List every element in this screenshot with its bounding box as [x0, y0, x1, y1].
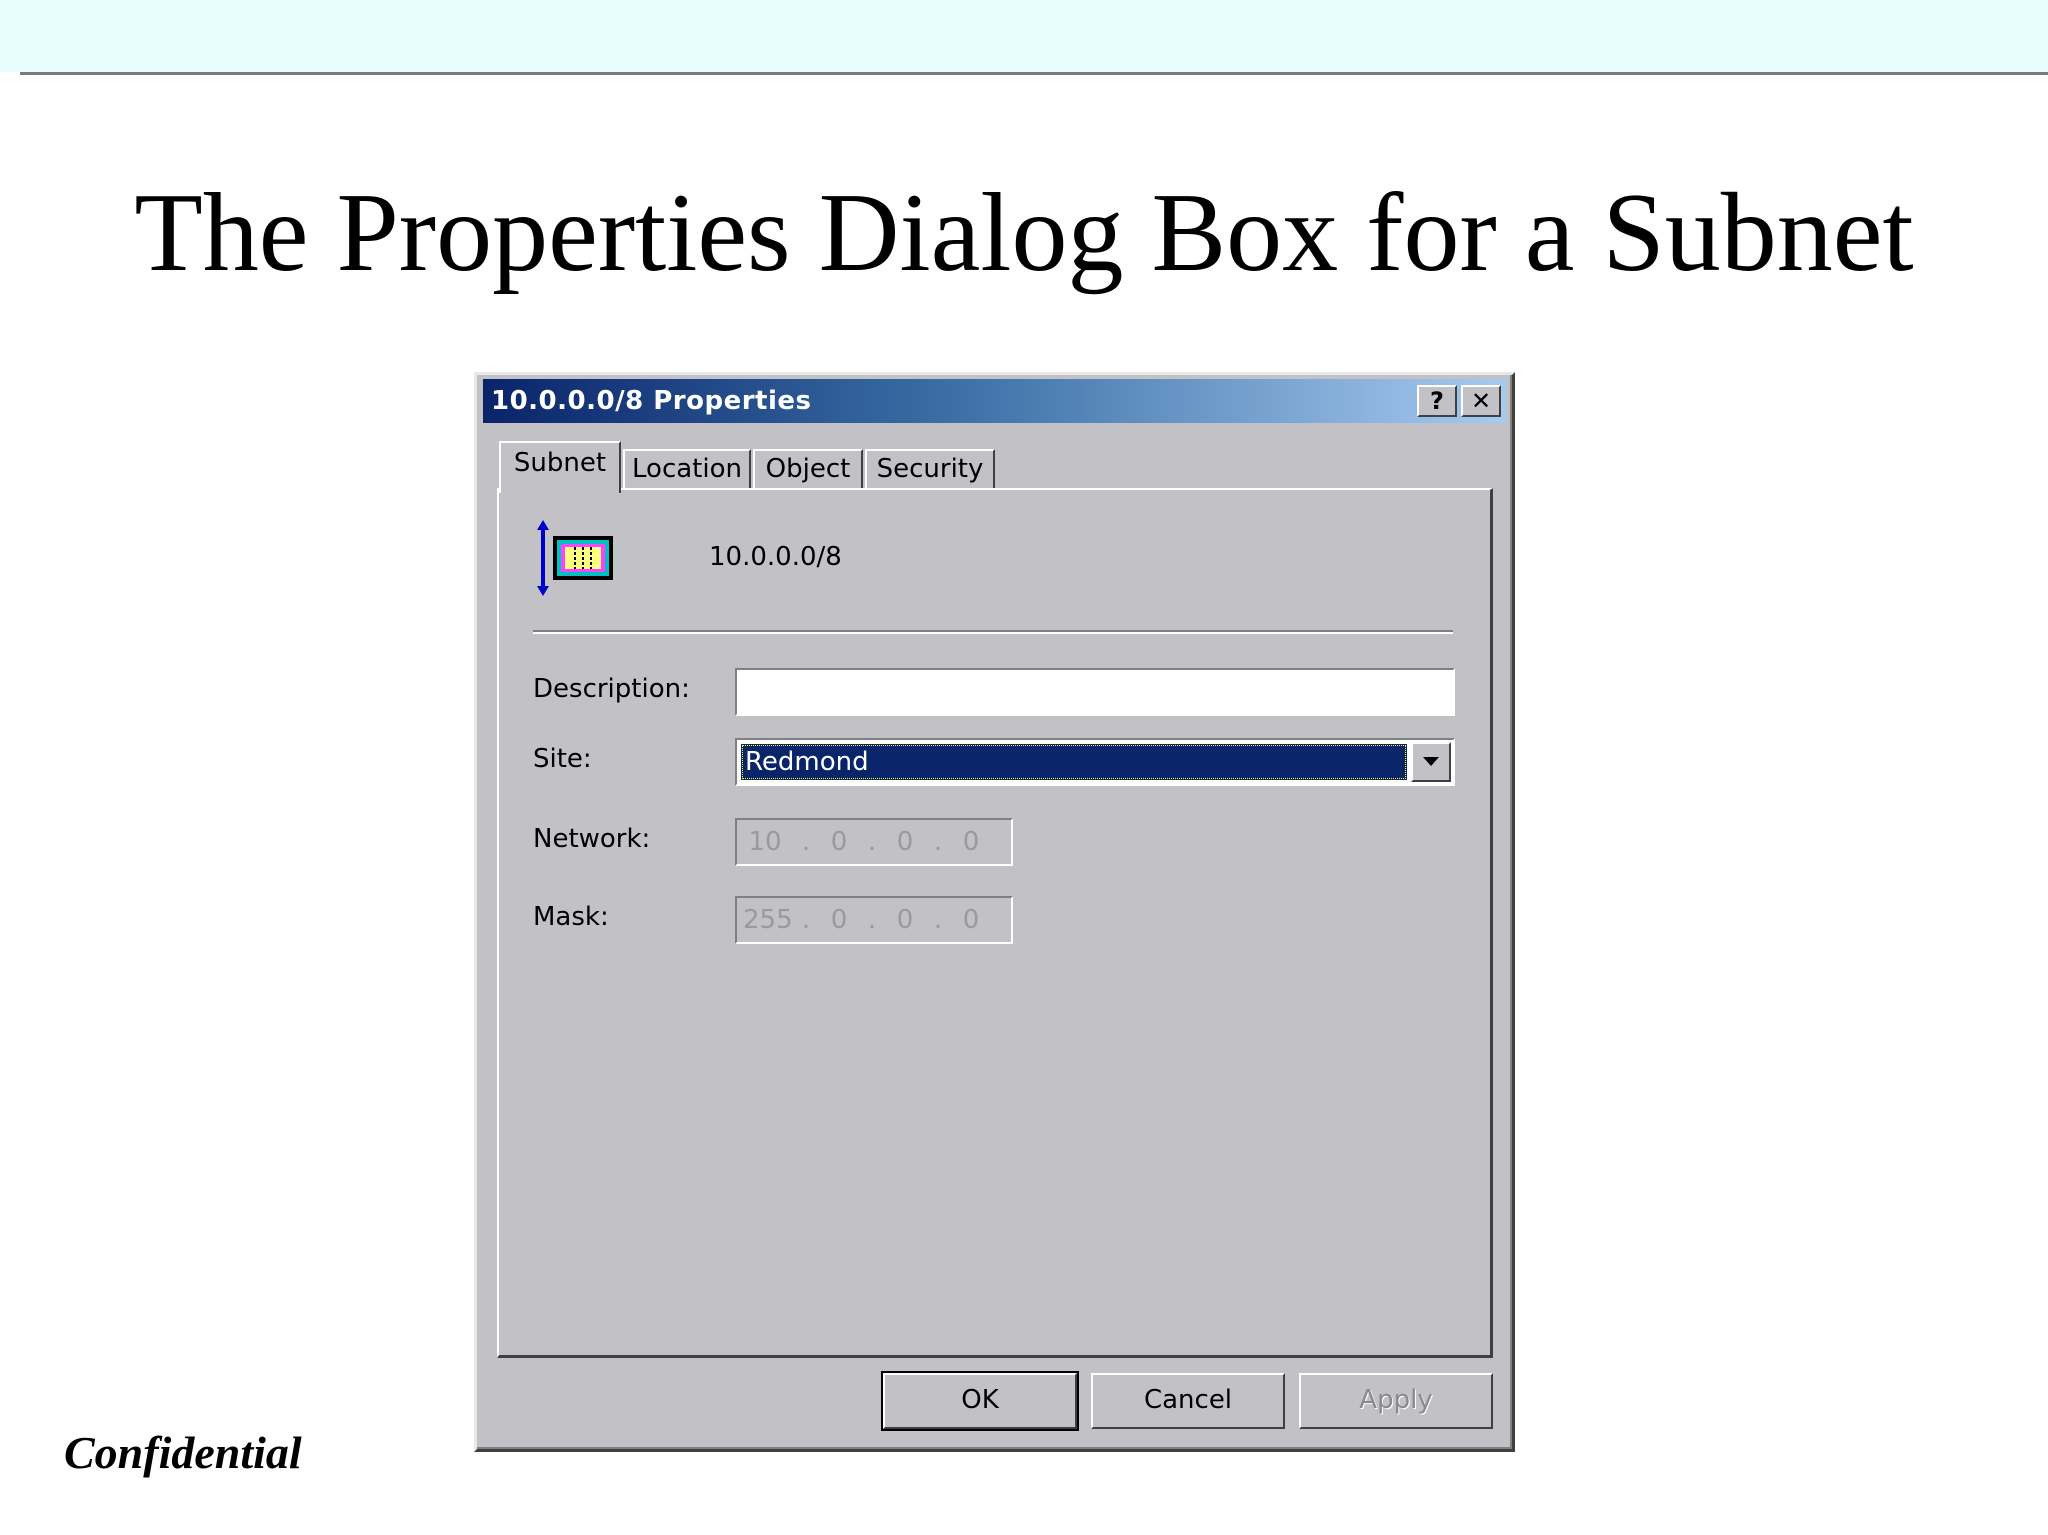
- chevron-down-icon[interactable]: [1411, 742, 1451, 782]
- octet-dot: .: [933, 827, 943, 857]
- dialog-title: 10.0.0.0/8 Properties: [491, 386, 812, 416]
- slide-title: The Properties Dialog Box for a Subnet: [134, 171, 1914, 295]
- network-label: Network:: [533, 824, 651, 854]
- subnet-name: 10.0.0.0/8: [709, 542, 842, 572]
- mask-address-field: 255 . 0 . 0 . 0: [735, 896, 1013, 944]
- octet-dot: .: [801, 827, 811, 857]
- tab-object[interactable]: Object: [753, 449, 863, 489]
- slide-header-rule: [20, 72, 2048, 75]
- site-select[interactable]: Redmond: [735, 738, 1455, 786]
- description-input[interactable]: [735, 668, 1455, 716]
- close-button[interactable]: ✕: [1461, 385, 1501, 417]
- mask-label: Mask:: [533, 902, 609, 932]
- separator: [533, 630, 1453, 634]
- subnet-tab-panel: 10.0.0.0/8 Description: Site: Redmond Ne…: [497, 488, 1493, 1358]
- network-octet-3: 0: [896, 827, 914, 857]
- apply-button[interactable]: Apply: [1299, 1373, 1493, 1429]
- tab-security[interactable]: Security: [865, 449, 995, 489]
- mask-octet-3: 0: [896, 905, 914, 935]
- ok-button[interactable]: OK: [881, 1371, 1079, 1431]
- network-octet-1: 10: [748, 827, 782, 857]
- tab-subnet[interactable]: Subnet: [499, 441, 621, 493]
- confidential-footer: Confidential: [64, 1427, 302, 1478]
- octet-dot: .: [933, 905, 943, 935]
- network-address-field: 10 . 0 . 0 . 0: [735, 818, 1013, 866]
- site-label: Site:: [533, 744, 592, 774]
- octet-dot: .: [801, 905, 811, 935]
- octet-dot: .: [867, 905, 877, 935]
- dialog-titlebar[interactable]: 10.0.0.0/8 Properties ? ✕: [483, 379, 1506, 423]
- octet-dot: .: [867, 827, 877, 857]
- network-octet-2: 0: [830, 827, 848, 857]
- tab-location[interactable]: Location: [623, 449, 751, 489]
- description-label: Description:: [533, 674, 690, 704]
- network-octet-4: 0: [962, 827, 980, 857]
- site-selected-value[interactable]: Redmond: [741, 744, 1407, 780]
- mask-octet-4: 0: [962, 905, 980, 935]
- help-button[interactable]: ?: [1417, 385, 1457, 417]
- subnet-properties-dialog: 10.0.0.0/8 Properties ? ✕ Subnet Locatio…: [474, 372, 1515, 1452]
- mask-octet-2: 0: [830, 905, 848, 935]
- cancel-button[interactable]: Cancel: [1091, 1373, 1285, 1429]
- slide-header-band: [0, 0, 2048, 72]
- subnet-icon: [537, 520, 613, 596]
- mask-octet-1: 255: [743, 905, 793, 935]
